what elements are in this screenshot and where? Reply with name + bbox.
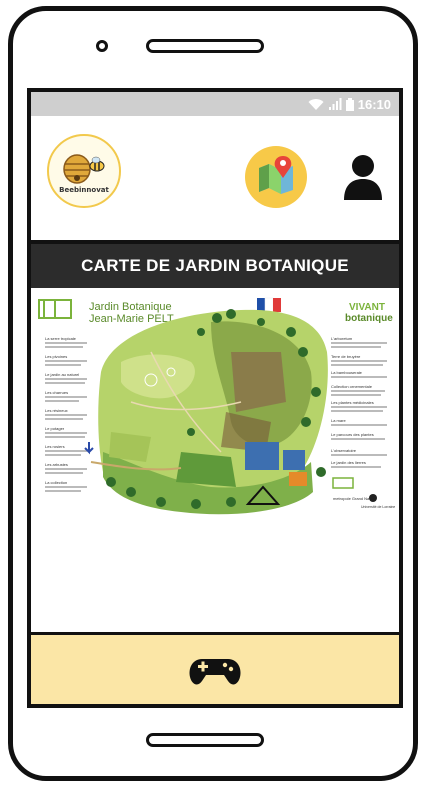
map-title-line2: Jean-Marie PELT — [89, 313, 174, 325]
signal-icon — [328, 97, 342, 110]
legend-right-7: Le parcours des plantes — [331, 432, 374, 437]
legend-left-7: Les rosiers — [45, 444, 65, 449]
map-icon — [259, 156, 293, 194]
legend-left-6: Le potager — [45, 426, 65, 431]
content-area — [31, 518, 399, 632]
legend-right-1: L'arboretum — [331, 336, 353, 341]
page-title: CARTE DE JARDIN BOTANIQUE — [81, 256, 349, 275]
logo-text: Beebinnovat — [59, 186, 109, 194]
right-logo-line2: botanique — [345, 313, 393, 324]
title-bar: CARTE DE JARDIN BOTANIQUE — [31, 240, 399, 288]
status-bar: 16:10 — [31, 92, 399, 116]
map-illustration: Jardin Botanique Jean-Marie PELT La serr… — [38, 297, 395, 515]
legend-right-9: Le jardin des lierres — [331, 460, 366, 465]
garden-map-area — [84, 309, 328, 515]
right-logo-line1: VIVANT — [349, 302, 385, 313]
status-time: 16:10 — [357, 96, 391, 112]
footer-logos: metropole Grand Nancy Université de Lorr… — [332, 477, 395, 509]
legend-left-5: Les résineux — [45, 408, 68, 413]
legend-right-3: La bambouseraie — [331, 370, 363, 375]
legend-right-8: L'observatoire — [331, 448, 357, 453]
botanical-garden-map[interactable]: Jardin Botanique Jean-Marie PELT La serr… — [31, 292, 399, 518]
legend-left-9: La collection — [45, 480, 67, 485]
legend-right-5: Les plantes médicinales — [331, 400, 374, 405]
home-slot — [146, 733, 264, 747]
footer-logo-2: Université de Lorraine — [361, 505, 395, 509]
legend-left-8: Les arbustes — [45, 462, 68, 467]
gamepad-icon[interactable] — [188, 657, 242, 687]
legend-left-1: La serre tropicale — [45, 336, 77, 341]
app-logo: Beebinnovat — [47, 134, 121, 208]
legend-right-4: Collection ornementale — [331, 384, 373, 389]
battery-icon — [345, 97, 354, 111]
legend-right-6: La mare — [331, 418, 346, 423]
beehive-icon — [63, 154, 105, 184]
map-button[interactable] — [245, 146, 307, 208]
right-legend: L'arboretum Terre de bruyère La bambouse… — [331, 336, 374, 465]
legend-left-4: Les charrues — [45, 390, 68, 395]
left-legend: La serre tropicale Les pivoines Le jardi… — [45, 336, 79, 485]
french-flag-icon — [257, 297, 281, 313]
wifi-icon — [308, 98, 324, 110]
map-title-line1: Jardin Botanique — [89, 301, 172, 313]
legend-left-3: Le jardin au naturel — [45, 372, 79, 377]
bottom-bar — [31, 632, 399, 704]
user-profile-button[interactable] — [341, 152, 385, 202]
app-header: Beebinnovat — [31, 116, 399, 240]
screen: 16:10 Beebinnovat CARTE DE JARDIN BOTANI… — [27, 88, 403, 708]
legend-left-2: Les pivoines — [45, 354, 67, 359]
camera-dot — [96, 40, 108, 52]
left-header-logo — [38, 299, 72, 319]
speaker-slot — [146, 39, 264, 53]
user-icon — [344, 155, 382, 200]
legend-right-2: Terre de bruyère — [331, 354, 361, 359]
right-header-logo: VIVANT botanique — [345, 302, 393, 324]
